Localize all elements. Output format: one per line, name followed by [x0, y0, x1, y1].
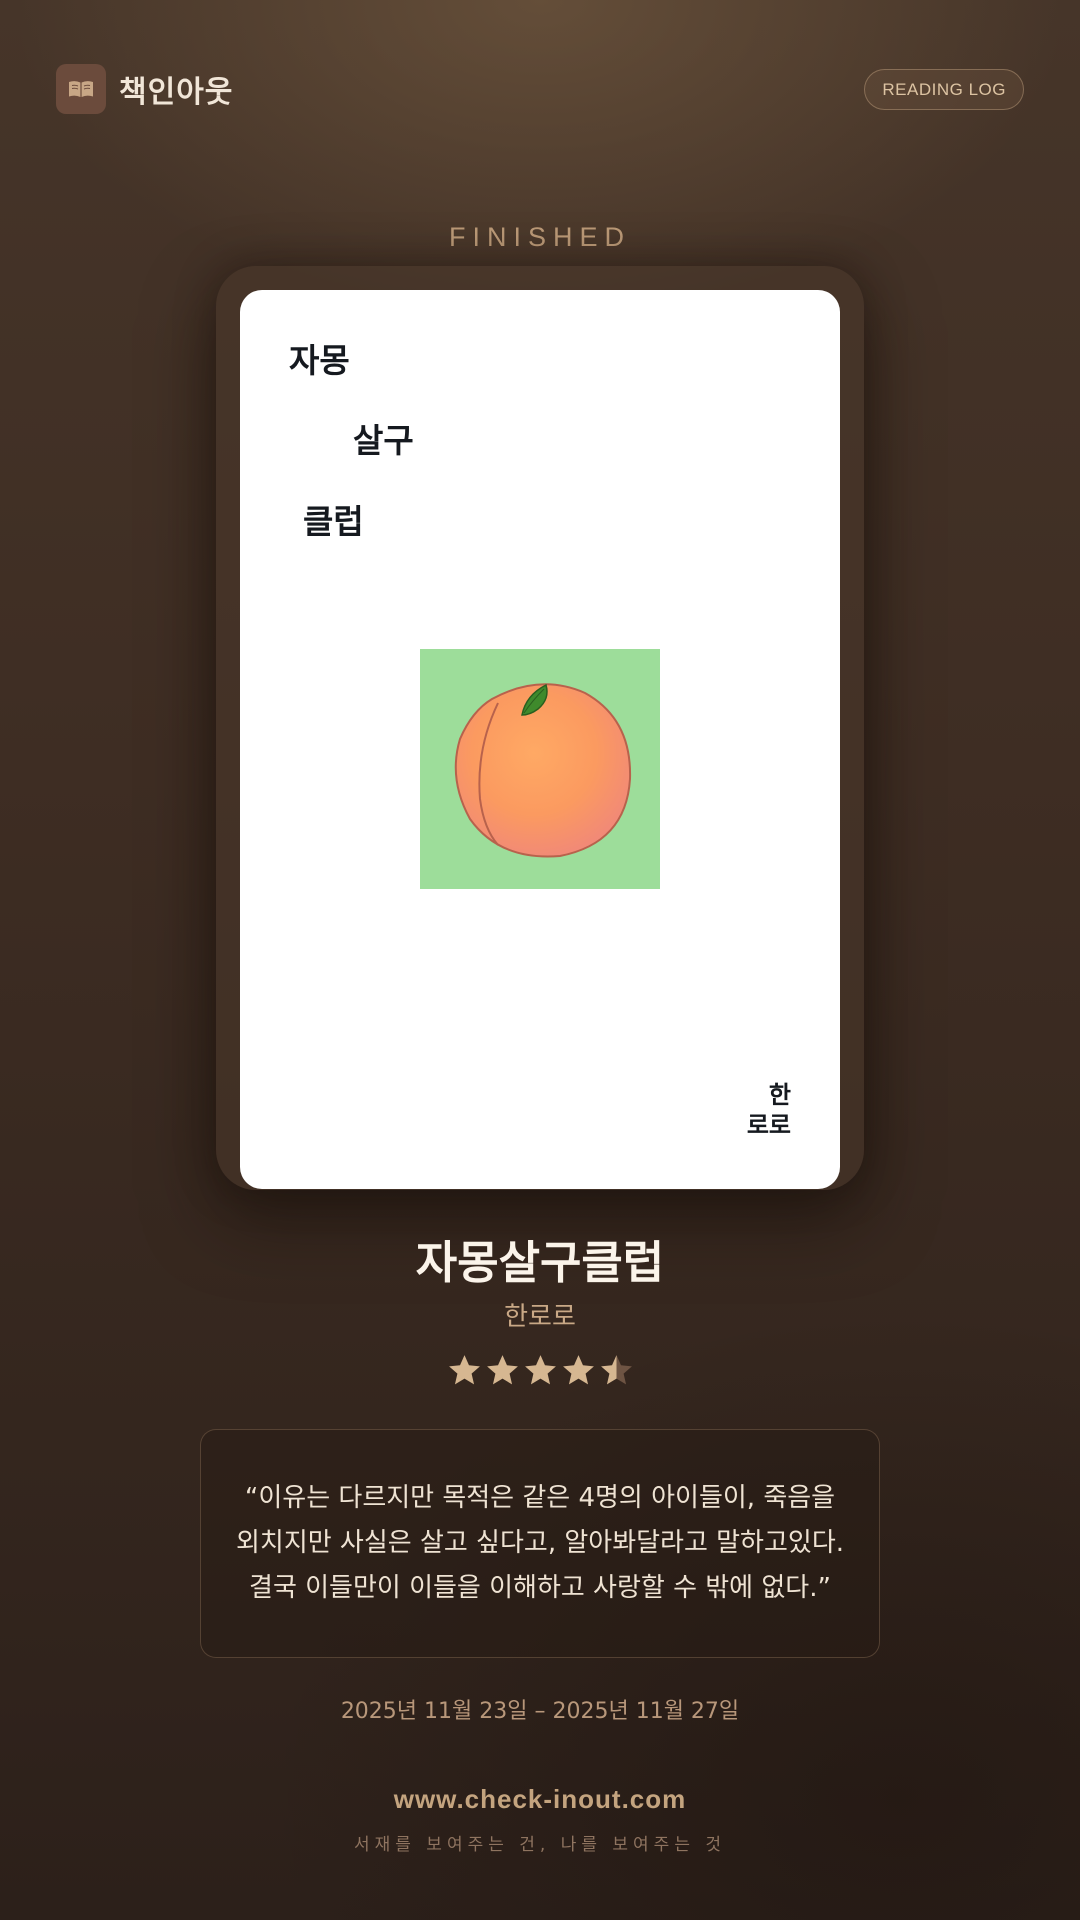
tagline: 서재를 보여주는 건, 나를 보여주는 것 [353, 1835, 727, 1855]
app-header: 책인아웃 READING LOG [56, 64, 1024, 116]
brand-logo[interactable]: 책인아웃 [56, 64, 233, 114]
star-icon [448, 1355, 480, 1385]
reading-log-button[interactable]: READING LOG [864, 69, 1024, 110]
star-icon [562, 1355, 594, 1385]
cover-author-line-2: 로로 [746, 1111, 791, 1139]
cover-author-line-1: 한 [768, 1081, 791, 1109]
star-rating [0, 1352, 1080, 1389]
star-icon [486, 1355, 518, 1385]
status-label: FINISHED [448, 222, 631, 252]
site-url-link[interactable]: www.check-inout.com [0, 1784, 1080, 1815]
open-book-icon [56, 64, 106, 114]
cover-title-line-2: 살구 [353, 421, 414, 460]
brand-name: 책인아웃 [119, 75, 234, 110]
cover-title-line-1: 자몽 [289, 341, 350, 380]
book-title: 자몽살구클럽 [415, 1236, 665, 1289]
star-icon [524, 1355, 556, 1385]
half-star-icon [600, 1355, 632, 1385]
cover-author: 한 로로 [747, 1080, 791, 1140]
peach-illustration [420, 649, 660, 889]
book-quote: “이유는 다르지만 목적은 같은 4명의 아이들이, 죽음을 외치지만 사실은 … [235, 1483, 844, 1603]
quote-card: “이유는 다르지만 목적은 같은 4명의 아이들이, 죽음을 외치지만 사실은 … [200, 1429, 880, 1658]
reading-period: 2025년 11월 23일 – 2025년 11월 27일 [340, 1699, 740, 1724]
book-author: 한로로 [504, 1302, 576, 1332]
cover-title-line-3: 클럽 [303, 502, 364, 541]
book-cover: 자몽 살구 클럽 한 로로 [240, 290, 840, 1189]
